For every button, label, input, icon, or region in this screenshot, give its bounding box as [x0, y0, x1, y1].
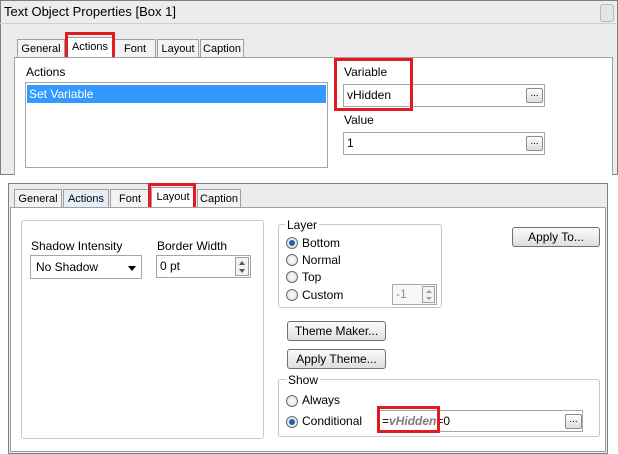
layer-top-label: Top — [302, 270, 322, 284]
tab-general[interactable]: General — [17, 39, 65, 58]
layer-label: Layer — [285, 218, 320, 232]
tab-actions[interactable]: Actions — [63, 189, 109, 208]
layer-bottom-radio[interactable] — [286, 237, 298, 249]
tab-font[interactable]: Font — [110, 189, 150, 208]
layer-bottom-label: Bottom — [302, 236, 341, 250]
value-browse-button[interactable]: ... — [526, 136, 543, 151]
chevron-up-icon — [426, 290, 432, 293]
border-width-value: 0 pt — [160, 259, 181, 273]
show-conditional-label: Conditional — [302, 414, 363, 428]
show-always-radio[interactable] — [286, 395, 298, 407]
border-width-stepper[interactable] — [235, 257, 249, 276]
highlight-variable — [334, 58, 413, 111]
show-conditional-radio[interactable] — [286, 416, 298, 428]
shadow-intensity-value: No Shadow — [36, 260, 99, 274]
dialog-title: Text Object Properties [Box 1] — [4, 4, 176, 19]
value-input[interactable]: 1 — [343, 132, 545, 155]
tab-caption[interactable]: Caption — [200, 39, 244, 58]
layer-custom-radio[interactable] — [286, 289, 298, 301]
apply-to-button[interactable]: Apply To... — [512, 227, 600, 247]
layer-custom-stepper[interactable] — [422, 286, 435, 303]
chevron-down-icon — [239, 269, 245, 273]
theme-maker-button[interactable]: Theme Maker... — [287, 321, 386, 341]
tab-general[interactable]: General — [14, 189, 62, 208]
condition-browse-button[interactable]: ... — [565, 414, 582, 429]
show-label: Show — [286, 373, 321, 387]
value-label: Value — [344, 113, 374, 127]
layer-custom-value: -1 — [396, 287, 407, 301]
value-input-value: 1 — [347, 136, 354, 150]
variable-browse-button[interactable]: ... — [526, 88, 543, 103]
shadow-intensity-select[interactable]: No Shadow — [30, 255, 142, 279]
actions-label: Actions — [26, 65, 66, 79]
layer-custom-label: Custom — [302, 288, 344, 302]
show-always-label: Always — [302, 393, 341, 407]
highlight-actions-tab — [65, 32, 115, 60]
highlight-condition-variable — [377, 406, 440, 433]
layer-normal-radio[interactable] — [286, 254, 298, 266]
chevron-down-icon[interactable] — [128, 266, 136, 271]
chevron-down-icon — [426, 297, 432, 300]
tab-caption[interactable]: Caption — [197, 189, 241, 208]
border-width-label: Border Width — [157, 239, 228, 253]
list-item[interactable]: Set Variable — [27, 85, 326, 103]
title-separator — [0, 23, 616, 24]
chevron-up-icon — [239, 261, 245, 265]
layer-normal-label: Normal — [302, 253, 341, 267]
layer-top-radio[interactable] — [286, 271, 298, 283]
tab-font[interactable]: Font — [114, 39, 156, 58]
apply-theme-button[interactable]: Apply Theme... — [287, 349, 386, 369]
tab-layout[interactable]: Layout — [157, 39, 199, 58]
window-scroll-stub — [600, 4, 614, 22]
shadow-intensity-label: Shadow Intensity — [31, 239, 123, 253]
